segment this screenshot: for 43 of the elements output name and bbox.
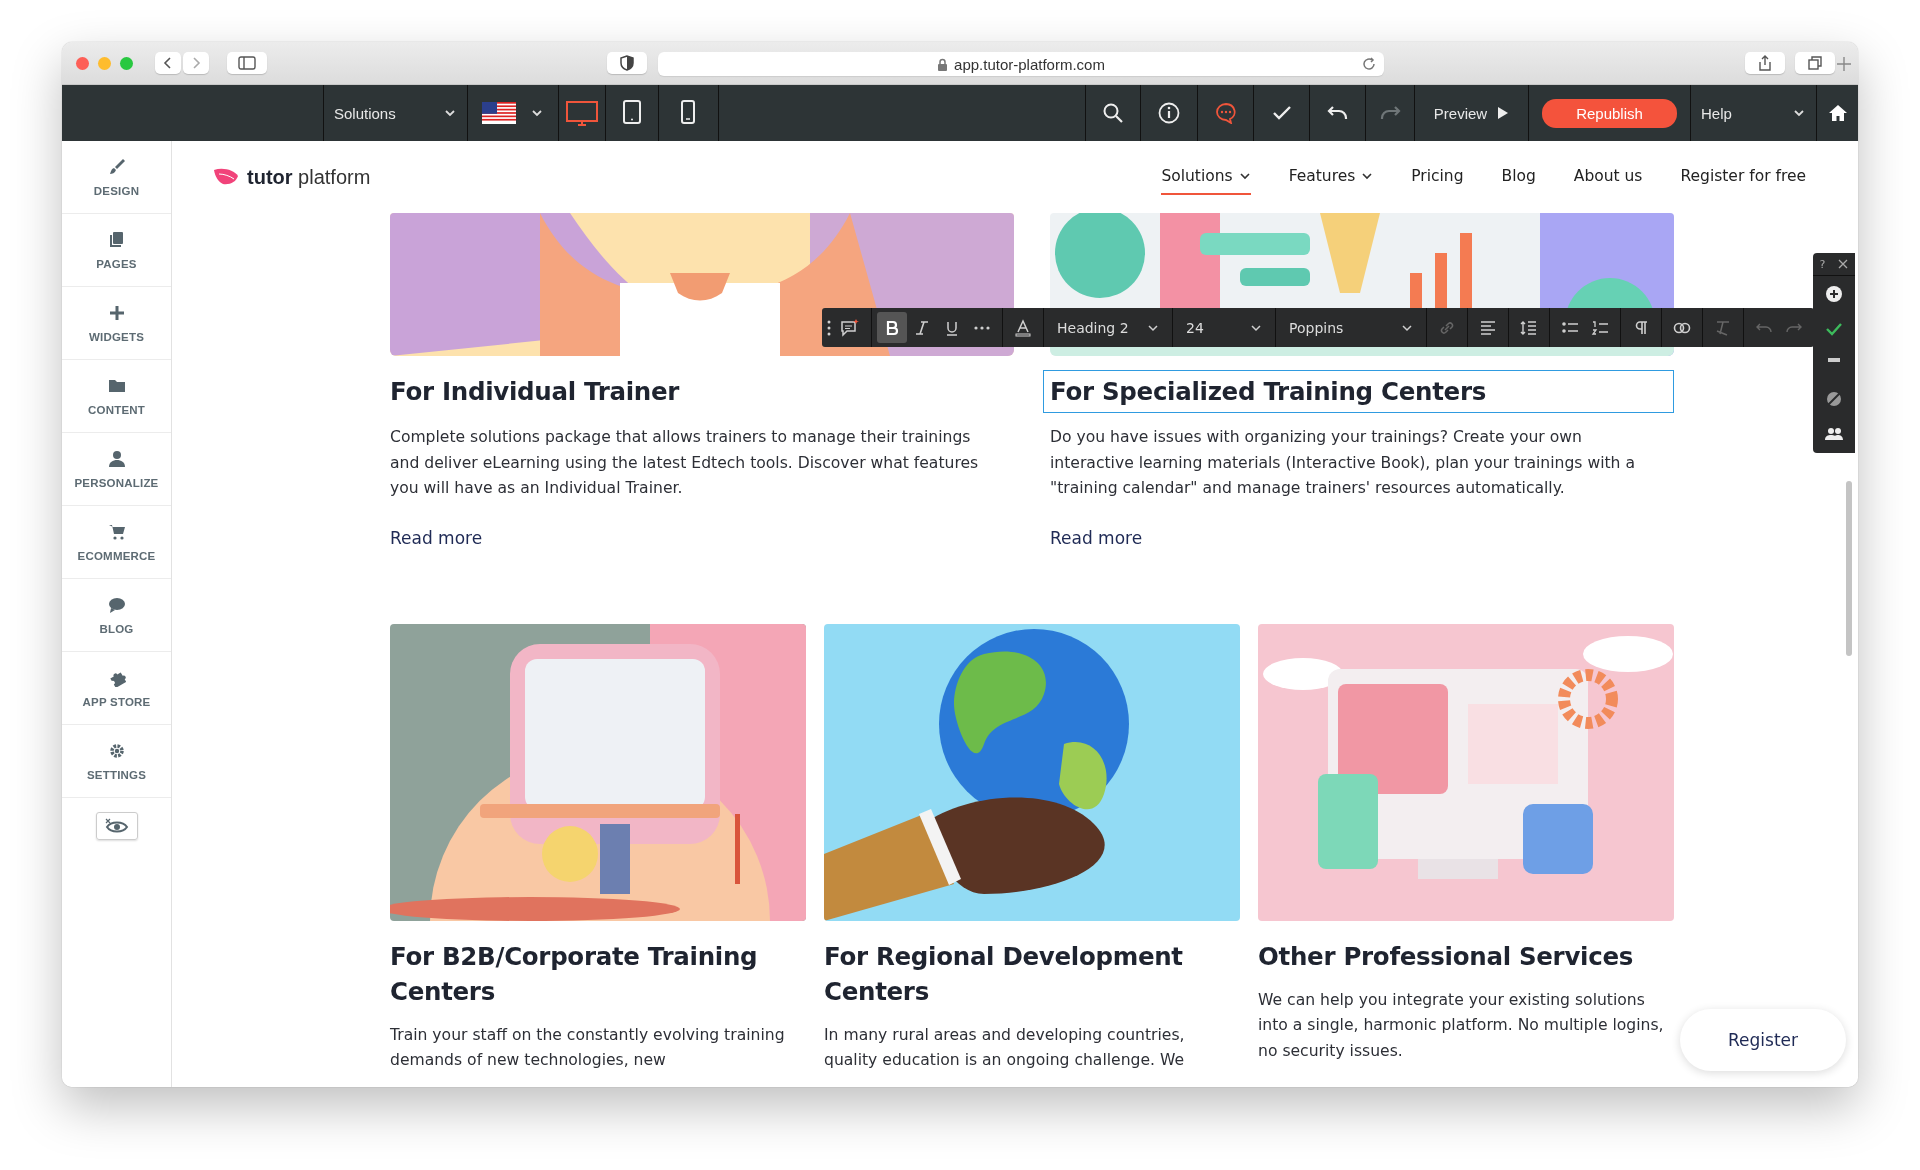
- card-heading: For Regional Development Centers: [823, 940, 1184, 1008]
- nav-link[interactable]: Blog: [1501, 159, 1536, 195]
- register-button[interactable]: Register: [1680, 1009, 1846, 1071]
- card-description: We can help you integrate your existing solutions into a single, harmonic platform. No multiple logins, no security issues.: [1258, 989, 1665, 1062]
- card-description: Train your staff on the constantly evolving training demands of new technologies, new: [390, 1024, 786, 1071]
- sidebar-label: ECOMMERCE: [77, 549, 156, 562]
- nav-link[interactable]: About us: [1573, 159, 1643, 195]
- sidebar-item[interactable]: CONTENT: [62, 360, 171, 433]
- sidebar-item[interactable]: PERSONALIZE: [62, 433, 171, 506]
- card-heading[interactable]: For Specialized Training Centers: [1043, 370, 1674, 413]
- sidebar-label: BLOG: [99, 622, 134, 635]
- sidebar-item[interactable]: SETTINGS: [62, 725, 171, 798]
- sidebar-label: PAGES: [96, 257, 137, 270]
- card-heading: For B2B/Corporate Training Centers: [389, 940, 759, 1008]
- card-description: Do you have issues with organizing your trainings? Create your own interactive learning materials (Interactive Book), plan your trainings with a "training calendar" and manage trainers' resources automatically.: [1050, 427, 1636, 499]
- sidebar-label: SETTINGS: [86, 768, 147, 781]
- card-heading: Other Professional Services: [1257, 940, 1634, 973]
- sidebar-label: CONTENT: [88, 403, 145, 416]
- help-button[interactable]: ?: [1819, 257, 1826, 271]
- card-description: In many rural areas and developing countries, quality education is an ongoing challenge. We: [824, 1024, 1186, 1071]
- sidebar-item[interactable]: APP STORE: [62, 652, 171, 725]
- read-more-link[interactable]: Read more: [1050, 527, 1143, 548]
- sidebar-item[interactable]: PAGES: [62, 214, 171, 287]
- nav-link[interactable]: Pricing: [1411, 159, 1464, 195]
- card-description: Complete solutions package that allows trainers to manage their trainings and deliver eLearning using the latest Edtech tools. Discover what features you will have as an Individual Trainer.: [390, 427, 980, 499]
- card-heading: For Individual Trainer: [389, 376, 681, 408]
- address-bar-url[interactable]: app.tutor-platform.com: [954, 55, 1105, 73]
- sidebar-item[interactable]: BLOG: [62, 579, 171, 652]
- logo-text: tutor platform: [247, 165, 371, 189]
- read-more-link[interactable]: Read more: [390, 527, 483, 548]
- sidebar-item[interactable]: DESIGN: [62, 141, 171, 214]
- font-dropdown[interactable]: Poppins: [1281, 308, 1421, 347]
- sidebar-label: PERSONALIZE: [74, 476, 159, 489]
- nav-link[interactable]: Solutions: [1161, 159, 1251, 195]
- sidebar-item[interactable]: ECOMMERCE: [62, 506, 171, 579]
- font-size-dropdown[interactable]: 24: [1178, 308, 1270, 347]
- block-style-dropdown[interactable]: Heading 2: [1049, 308, 1167, 347]
- nav-link[interactable]: Register for free: [1680, 159, 1806, 195]
- sidebar-label: DESIGN: [93, 184, 140, 197]
- sidebar-item[interactable]: WIDGETS: [62, 287, 171, 360]
- nav-link[interactable]: Features: [1288, 159, 1374, 195]
- sidebar-label: APP STORE: [82, 695, 151, 708]
- sidebar-label: WIDGETS: [88, 330, 145, 343]
